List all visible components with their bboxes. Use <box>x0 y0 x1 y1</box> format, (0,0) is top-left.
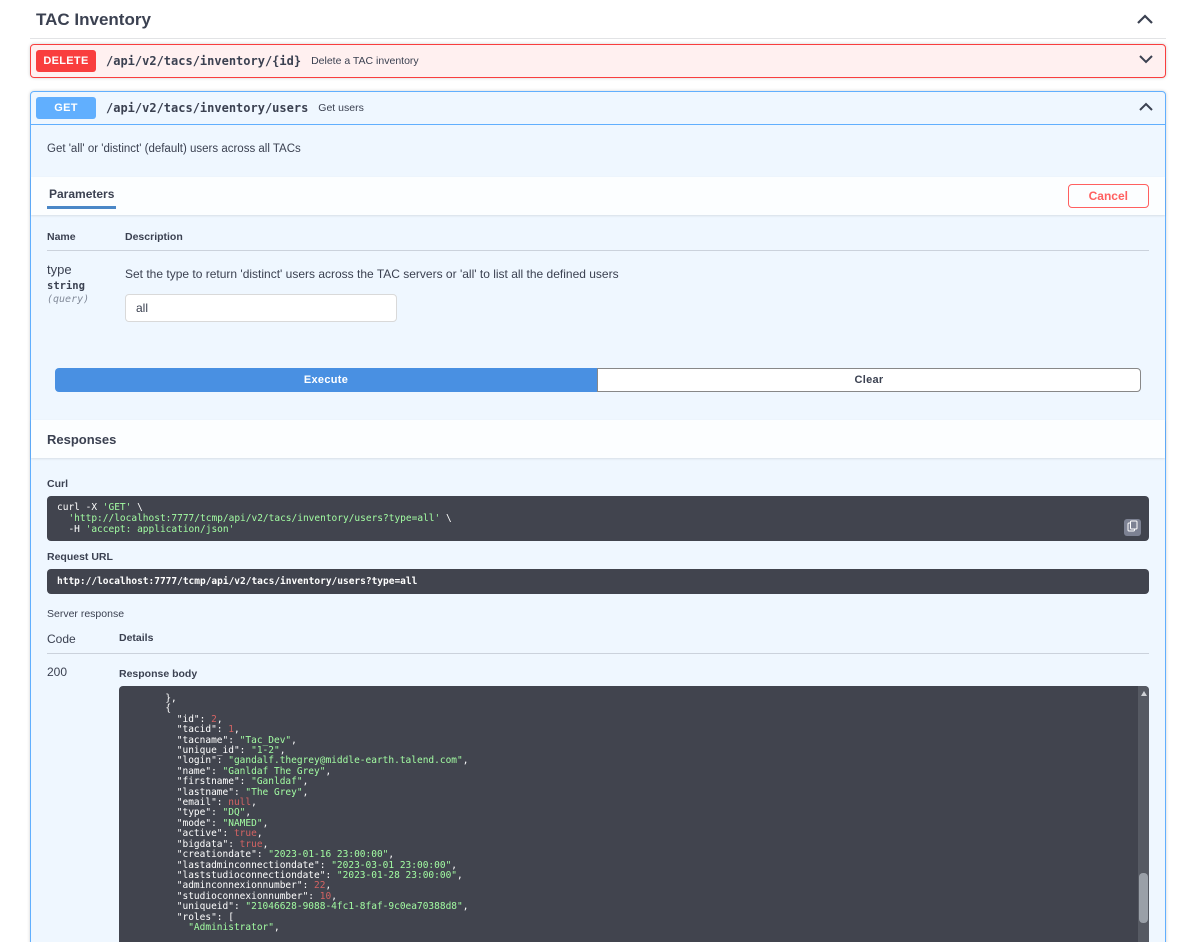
response-details-cell: Response body }, { "id": 2, "tacid": 1, … <box>119 665 1149 942</box>
parameters-table: Name Description type string (query) Set… <box>31 215 1165 322</box>
clear-button[interactable]: Clear <box>597 368 1141 392</box>
code-line: "active": true, <box>131 829 1127 839</box>
operation-description: Get 'all' or 'distinct' (default) users … <box>31 125 1165 177</box>
server-response-label: Server response <box>47 608 1149 620</box>
execute-button[interactable]: Execute <box>55 368 597 392</box>
response-body-scrollbar[interactable] <box>1138 686 1149 942</box>
parameters-section-header: Parameters Cancel <box>31 177 1165 215</box>
code-line: "Administrator", <box>131 923 1127 933</box>
parameters-table-header: Name Description <box>47 231 1149 251</box>
copy-button[interactable] <box>1124 519 1141 536</box>
responses-section-header: Responses <box>31 420 1165 458</box>
parameter-description: Set the type to return 'distinct' users … <box>125 267 1149 281</box>
parameter-name: type <box>47 262 125 277</box>
parameter-row: type string (query) Set the type to retu… <box>47 251 1149 322</box>
delete-endpoint-block: DELETE /api/v2/tacs/inventory/{id} Delet… <box>30 44 1166 78</box>
get-endpoint-body: Get 'all' or 'distinct' (default) users … <box>31 125 1165 942</box>
get-endpoint-description: Get users <box>318 102 364 114</box>
get-endpoint-path: /api/v2/tacs/inventory/users <box>106 101 308 115</box>
chevron-up-icon <box>1136 13 1154 28</box>
parameter-type: string <box>47 280 125 292</box>
code-line: curl -X 'GET' \ <box>57 502 1119 513</box>
parameter-name-cell: type string (query) <box>47 262 125 322</box>
get-method-badge: GET <box>36 97 96 119</box>
response-body-code: }, { "id": 2, "tacid": 1, "tacname": "Ta… <box>131 694 1127 933</box>
scrollbar-up-arrow-icon[interactable] <box>1141 691 1147 696</box>
response-body-block: }, { "id": 2, "tacid": 1, "tacname": "Ta… <box>119 686 1149 942</box>
get-endpoint-summary[interactable]: GET /api/v2/tacs/inventory/users Get use… <box>31 92 1165 125</box>
description-column-header: Description <box>125 231 1149 243</box>
get-endpoint-block: GET /api/v2/tacs/inventory/users Get use… <box>30 91 1166 942</box>
request-url-code: http://localhost:7777/tcmp/api/v2/tacs/i… <box>57 576 1139 587</box>
response-row: 200 Response body }, { "id": 2, "tacid":… <box>47 654 1149 942</box>
delete-endpoint-summary[interactable]: DELETE /api/v2/tacs/inventory/{id} Delet… <box>31 45 1165 77</box>
chevron-down-icon <box>1138 52 1154 70</box>
type-parameter-input[interactable] <box>125 294 397 322</box>
response-body-label: Response body <box>119 668 1149 680</box>
details-column-header: Details <box>119 632 1149 646</box>
execute-wrapper: Execute Clear <box>31 368 1165 392</box>
delete-expand-button[interactable] <box>1132 50 1160 72</box>
cancel-button[interactable]: Cancel <box>1068 184 1149 208</box>
tac-inventory-section-header: TAC Inventory <box>30 0 1166 39</box>
delete-endpoint-description: Delete a TAC inventory <box>311 55 419 67</box>
code-line: -H 'accept: application/json' <box>57 524 1119 535</box>
parameter-description-cell: Set the type to return 'distinct' users … <box>125 262 1149 322</box>
chevron-up-icon <box>1138 99 1154 117</box>
status-code: 200 <box>47 665 119 942</box>
code-line: "email": null, <box>131 798 1127 808</box>
parameter-location: (query) <box>47 294 125 305</box>
name-column-header: Name <box>47 231 125 243</box>
request-url-label: Request URL <box>47 551 1149 563</box>
response-table-header: Code Details <box>47 624 1149 654</box>
code-line: }, <box>131 694 1127 704</box>
section-collapse-button[interactable] <box>1130 11 1160 30</box>
request-url-block: http://localhost:7777/tcmp/api/v2/tacs/i… <box>47 569 1149 594</box>
tab-parameters[interactable]: Parameters <box>47 183 116 209</box>
section-title: TAC Inventory <box>36 10 151 30</box>
responses-heading: Responses <box>47 428 116 451</box>
responses-inner: Curl curl -X 'GET' \ 'http://localhost:7… <box>31 458 1165 942</box>
code-line: "type": "DQ", <box>131 808 1127 818</box>
code-line: "mode": "NAMED", <box>131 819 1127 829</box>
code-line: "lastname": "The Grey", <box>131 788 1127 798</box>
swagger-page: TAC Inventory DELETE /api/v2/tacs/invent… <box>0 0 1196 942</box>
code-line: "roles": [ <box>131 913 1127 923</box>
code-line: 'http://localhost:7777/tcmp/api/v2/tacs/… <box>57 513 1119 524</box>
code-line: { <box>131 704 1127 714</box>
get-collapse-button[interactable] <box>1132 97 1160 119</box>
scrollbar-thumb[interactable] <box>1139 873 1148 923</box>
code-line: "uniqueid": "21046628-9088-4fc1-8faf-9c0… <box>131 902 1127 912</box>
code-line: http://localhost:7777/tcmp/api/v2/tacs/i… <box>57 576 1139 587</box>
copy-icon <box>1127 520 1138 535</box>
delete-method-badge: DELETE <box>36 50 96 72</box>
curl-code: curl -X 'GET' \ 'http://localhost:7777/t… <box>57 502 1119 535</box>
code-column-header: Code <box>47 632 119 646</box>
code-line: "id": 2, <box>131 715 1127 725</box>
delete-endpoint-path: /api/v2/tacs/inventory/{id} <box>106 54 301 68</box>
curl-label: Curl <box>47 478 1149 490</box>
curl-command-block: curl -X 'GET' \ 'http://localhost:7777/t… <box>47 496 1149 541</box>
